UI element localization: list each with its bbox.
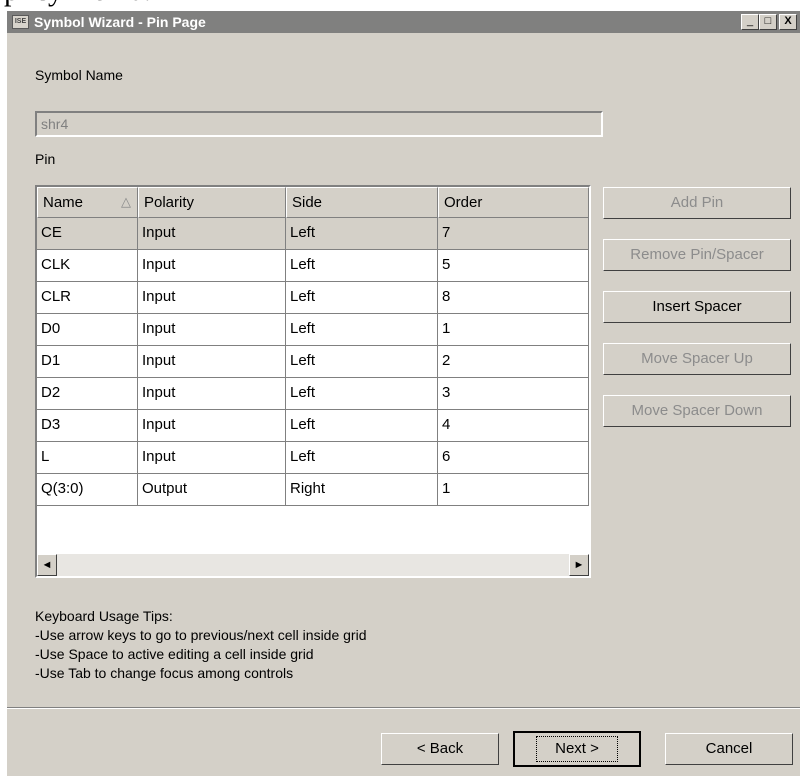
move-spacer-down-button[interactable]: Move Spacer Down — [603, 395, 791, 427]
table-row[interactable]: D2 Input Left 3 — [37, 378, 589, 410]
pin-side-cell[interactable]: Left — [286, 250, 438, 282]
pin-name-cell[interactable]: Q(3:0) — [37, 474, 138, 506]
pin-polarity-cell[interactable]: Input — [138, 250, 286, 282]
keyboard-tips: Keyboard Usage Tips: -Use arrow keys to … — [35, 607, 366, 683]
pin-name-cell[interactable]: D1 — [37, 346, 138, 378]
pin-side-cell[interactable]: Left — [286, 410, 438, 442]
tip-line: -Use arrow keys to go to previous/next c… — [35, 627, 367, 643]
pin-order-cell[interactable]: 1 — [438, 474, 589, 506]
pin-polarity-cell[interactable]: Input — [138, 410, 286, 442]
pin-side-cell[interactable]: Right — [286, 474, 438, 506]
table-row[interactable]: CLK Input Left 5 — [37, 250, 589, 282]
next-button-label: Next > — [536, 736, 618, 762]
pin-order-cell[interactable]: 1 — [438, 314, 589, 346]
pin-label: Pin — [35, 151, 56, 167]
document-caption-text: рисунке 20. — [4, 0, 151, 8]
column-header-polarity[interactable]: Polarity — [138, 187, 286, 218]
pin-side-cell[interactable]: Left — [286, 346, 438, 378]
next-button[interactable]: Next > — [513, 731, 641, 767]
symbol-wizard-window: ISE Symbol Wizard - Pin Page _ □ X Symbo… — [6, 10, 800, 776]
pin-side-cell[interactable]: Left — [286, 442, 438, 474]
sort-ascending-icon: △ — [121, 194, 131, 209]
app-icon: ISE — [12, 15, 29, 29]
back-button[interactable]: < Back — [381, 733, 499, 765]
pin-side-cell[interactable]: Left — [286, 314, 438, 346]
table-row[interactable]: D1 Input Left 2 — [37, 346, 589, 378]
column-header-name[interactable]: Name △ — [37, 187, 138, 218]
pin-side-cell[interactable]: Left — [286, 378, 438, 410]
pin-polarity-cell[interactable]: Input — [138, 218, 286, 250]
symbol-name-field: shr4 — [35, 111, 603, 137]
table-row[interactable]: L Input Left 6 — [37, 442, 589, 474]
table-row[interactable]: CLR Input Left 8 — [37, 282, 589, 314]
pin-order-cell[interactable]: 8 — [438, 282, 589, 314]
horizontal-scrollbar[interactable]: ◄ ► — [37, 554, 589, 576]
pin-polarity-cell[interactable]: Input — [138, 378, 286, 410]
remove-pin-spacer-button[interactable]: Remove Pin/Spacer — [603, 239, 791, 271]
move-spacer-up-button[interactable]: Move Spacer Up — [603, 343, 791, 375]
insert-spacer-button[interactable]: Insert Spacer — [603, 291, 791, 323]
maximize-button[interactable]: □ — [759, 14, 777, 30]
tip-line: -Use Tab to change focus among controls — [35, 665, 294, 681]
pin-side-cell[interactable]: Left — [286, 282, 438, 314]
title-bar[interactable]: ISE Symbol Wizard - Pin Page _ □ X — [7, 11, 800, 33]
pin-polarity-cell[interactable]: Input — [138, 314, 286, 346]
window-title: Symbol Wizard - Pin Page — [34, 14, 206, 30]
pin-order-cell[interactable]: 2 — [438, 346, 589, 378]
minimize-button[interactable]: _ — [741, 14, 759, 30]
pin-order-cell[interactable]: 3 — [438, 378, 589, 410]
pin-side-cell[interactable]: Left — [286, 218, 438, 250]
pin-polarity-cell[interactable]: Output — [138, 474, 286, 506]
pin-name-cell[interactable]: CE — [37, 218, 138, 250]
table-row[interactable]: Q(3:0) Output Right 1 — [37, 474, 589, 506]
pin-polarity-cell[interactable]: Input — [138, 282, 286, 314]
footer-divider — [7, 707, 800, 709]
table-row[interactable]: D0 Input Left 1 — [37, 314, 589, 346]
pin-order-cell[interactable]: 6 — [438, 442, 589, 474]
pin-name-cell[interactable]: D0 — [37, 314, 138, 346]
tips-title: Keyboard Usage Tips: — [35, 608, 173, 624]
column-header-side[interactable]: Side — [286, 187, 438, 218]
pin-polarity-cell[interactable]: Input — [138, 346, 286, 378]
pin-order-cell[interactable]: 5 — [438, 250, 589, 282]
cancel-button[interactable]: Cancel — [665, 733, 793, 765]
table-row[interactable]: CE Input Left 7 — [37, 218, 589, 250]
column-header-order[interactable]: Order — [438, 187, 589, 218]
scroll-right-icon[interactable]: ► — [569, 554, 589, 576]
pin-name-cell[interactable]: L — [37, 442, 138, 474]
symbol-name-label: Symbol Name — [35, 67, 123, 83]
pin-order-cell[interactable]: 4 — [438, 410, 589, 442]
close-button[interactable]: X — [779, 14, 797, 30]
pin-name-cell[interactable]: CLR — [37, 282, 138, 314]
add-pin-button[interactable]: Add Pin — [603, 187, 791, 219]
tip-line: -Use Space to active editing a cell insi… — [35, 646, 314, 662]
pin-grid[interactable]: Name △ Polarity Side Order CE Input Left 7 C… — [35, 185, 591, 578]
table-row[interactable]: D3 Input Left 4 — [37, 410, 589, 442]
pin-polarity-cell[interactable]: Input — [138, 442, 286, 474]
pin-order-cell[interactable]: 7 — [438, 218, 589, 250]
pin-name-cell[interactable]: D2 — [37, 378, 138, 410]
scroll-left-icon[interactable]: ◄ — [37, 554, 57, 576]
pin-name-cell[interactable]: CLK — [37, 250, 138, 282]
column-header-label: Name — [43, 194, 84, 211]
pin-name-cell[interactable]: D3 — [37, 410, 138, 442]
